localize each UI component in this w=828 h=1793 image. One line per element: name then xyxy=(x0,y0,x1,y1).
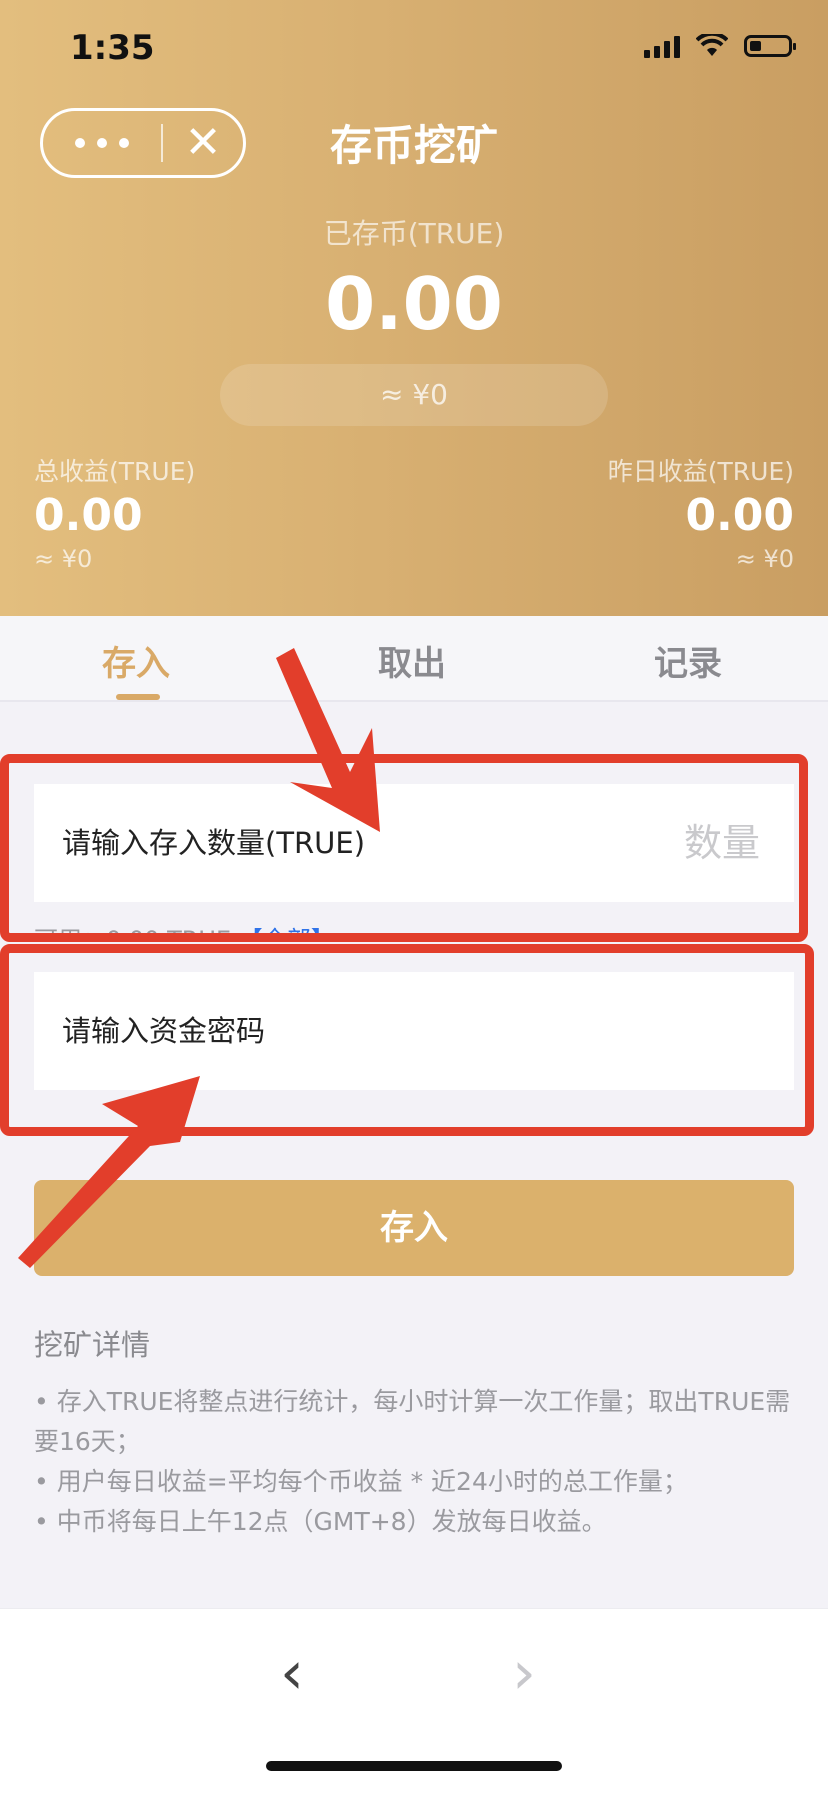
total-income-value: 0.00 xyxy=(34,490,143,541)
wifi-icon xyxy=(696,34,728,56)
home-indicator xyxy=(266,1761,562,1771)
total-income: 总收益(TRUE) 0.00 ≈ ¥0 xyxy=(34,452,195,573)
tab-bar: 存入 取出 记录 xyxy=(0,616,828,702)
cellular-signal-icon xyxy=(644,34,680,58)
tab-records[interactable]: 记录 xyxy=(588,636,788,685)
battery-icon xyxy=(744,35,796,57)
active-tab-indicator xyxy=(116,694,160,700)
total-income-label: 总收益(TRUE) xyxy=(34,457,196,486)
yesterday-income-label: 昨日收益(TRUE) xyxy=(607,457,794,486)
details-list: • 存入TRUE将整点进行统计，每小时计算一次工作量；取出TRUE需要16天； … xyxy=(34,1382,804,1542)
forward-arrow-icon[interactable]: › xyxy=(512,1643,536,1703)
bottom-navigation: ‹ › xyxy=(0,1608,828,1793)
status-icons xyxy=(644,34,796,58)
details-item: • 中币将每日上午12点（GMT+8）发放每日收益。 xyxy=(34,1507,607,1536)
yesterday-income-approx: ≈ ¥0 xyxy=(735,545,794,573)
details-title: 挖矿详情 xyxy=(34,1328,151,1362)
tab-withdraw[interactable]: 取出 xyxy=(312,636,512,685)
details-item: • 存入TRUE将整点进行统计，每小时计算一次工作量；取出TRUE需要16天； xyxy=(34,1387,791,1456)
deposited-value: 0.00 xyxy=(325,262,503,346)
yesterday-income-value: 0.00 xyxy=(685,490,794,541)
back-arrow-icon[interactable]: ‹ xyxy=(280,1643,304,1703)
total-income-approx: ≈ ¥0 xyxy=(34,545,93,573)
yesterday-income: 昨日收益(TRUE) 0.00 ≈ ¥0 xyxy=(608,452,794,573)
annotation-box-amount xyxy=(0,754,808,942)
details-item: • 用户每日收益=平均每个币收益 * 近24小时的总工作量； xyxy=(34,1467,688,1496)
deposited-label: 已存币(TRUE) xyxy=(323,217,505,250)
deposit-submit-button[interactable]: 存入 xyxy=(34,1180,794,1276)
tab-deposit[interactable]: 存入 xyxy=(36,636,236,685)
annotation-box-password xyxy=(0,944,814,1136)
summary-header: 1:35 ✕ 存币挖矿 已存币(TRUE) 0.00 ≈ ¥0 总收益(TRUE… xyxy=(0,0,828,616)
status-time: 1:35 xyxy=(70,28,155,68)
page-title: 存币挖矿 xyxy=(329,121,498,170)
deposited-approx: ≈ ¥0 xyxy=(220,364,608,426)
